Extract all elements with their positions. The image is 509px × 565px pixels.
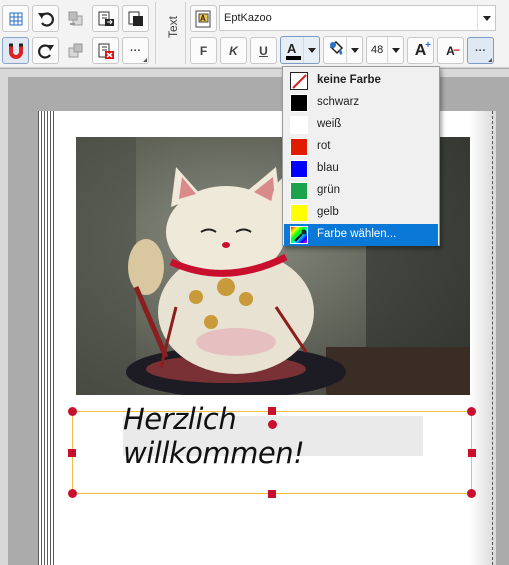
text-color-split-button[interactable]: A	[280, 36, 320, 64]
color-option-label: grün	[317, 184, 341, 196]
bring-forward-icon	[68, 43, 82, 57]
font-family-value: EptKazoo	[224, 12, 272, 24]
copy-page-button[interactable]	[122, 5, 149, 32]
ruler-left	[0, 77, 8, 565]
font-size-dropdown-arrow[interactable]	[387, 37, 403, 63]
italic-label: K	[229, 43, 238, 58]
send-backward-icon	[68, 11, 82, 25]
delete-page-icon	[98, 43, 114, 59]
color-option-black[interactable]: schwarz	[284, 92, 438, 114]
color-option-label: weiß	[317, 118, 342, 130]
decrease-font-size-button[interactable]: A −	[437, 37, 464, 64]
color-option-none[interactable]: keine Farbe	[284, 70, 438, 92]
resize-handle-top-right[interactable]	[467, 407, 476, 416]
send-backward-button[interactable]	[62, 5, 89, 32]
bold-label: F	[199, 43, 208, 58]
redo-icon	[37, 43, 54, 59]
underline-button[interactable]: U	[250, 37, 277, 64]
color-option-label: schwarz	[317, 96, 360, 108]
color-option-label: blau	[317, 162, 339, 174]
chevron-down-icon	[477, 6, 495, 30]
color-swatch	[290, 138, 308, 156]
minus-icon: −	[452, 43, 460, 57]
delete-page-button[interactable]	[92, 37, 119, 64]
fill-color-split-button[interactable]	[323, 36, 363, 64]
resize-handle-bottom-left[interactable]	[68, 489, 77, 498]
bring-forward-button[interactable]	[62, 37, 89, 64]
redo-button[interactable]	[32, 37, 59, 64]
page-margin-guide	[492, 111, 493, 565]
font-library-button[interactable]: A	[190, 5, 217, 32]
grid-icon	[9, 12, 22, 25]
page-binding-edge	[38, 111, 54, 565]
export-page-button[interactable]	[92, 5, 119, 32]
text-color-icon: A	[286, 41, 301, 60]
color-option-red[interactable]: rot	[284, 136, 438, 158]
increase-font-size-button[interactable]: A +	[407, 37, 434, 64]
color-option-yellow[interactable]: gelb	[284, 202, 438, 224]
resize-handle-bottom-right[interactable]	[467, 489, 476, 498]
font-size-value: 48	[371, 44, 384, 56]
plus-icon: +	[425, 40, 431, 51]
color-swatch	[290, 94, 308, 112]
export-page-icon	[98, 11, 114, 26]
resize-handle-top[interactable]	[268, 407, 276, 415]
paint-bucket-icon	[329, 40, 344, 55]
color-swatch	[290, 116, 308, 134]
more-options-left-button[interactable]: ···	[122, 37, 149, 64]
italic-button[interactable]: K	[220, 37, 247, 64]
color-option-white[interactable]: weiß	[284, 114, 438, 136]
resize-handle-top-left[interactable]	[68, 407, 77, 416]
toolbar: ··· Text A EptKazoo F K U A 48 A + A − ·…	[0, 0, 509, 68]
svg-text:A: A	[287, 41, 297, 56]
text-color-menu: keine Farbe schwarz weiß rot blau grün g…	[282, 66, 440, 246]
rotate-handle[interactable]	[268, 420, 277, 429]
undo-button[interactable]	[32, 5, 59, 32]
color-option-label: gelb	[317, 206, 339, 218]
color-option-label: Farbe wählen...	[317, 228, 397, 240]
bold-button[interactable]: F	[190, 37, 217, 64]
undo-icon	[37, 11, 54, 27]
more-options-right-button[interactable]: ···	[467, 37, 494, 64]
color-option-label: keine Farbe	[317, 74, 381, 86]
no-color-icon	[290, 72, 308, 90]
copy-page-icon	[128, 11, 143, 26]
magnet-icon	[8, 43, 23, 59]
color-option-picker[interactable]: Farbe wählen...	[284, 224, 438, 246]
font-family-select[interactable]: EptKazoo	[219, 5, 496, 31]
color-picker-icon	[290, 226, 308, 244]
resize-handle-bottom[interactable]	[268, 490, 276, 498]
text-color-dropdown-arrow[interactable]	[303, 37, 319, 63]
svg-text:A: A	[200, 14, 206, 23]
magnet-button[interactable]	[2, 37, 29, 64]
color-option-green[interactable]: grün	[284, 180, 438, 202]
color-swatch	[290, 204, 308, 222]
font-library-icon: A	[195, 10, 210, 27]
resize-handle-left[interactable]	[68, 449, 76, 457]
color-swatch	[290, 160, 308, 178]
text-section-label: Text	[166, 16, 180, 39]
resize-handle-right[interactable]	[468, 449, 476, 457]
color-swatch	[290, 182, 308, 200]
font-size-select[interactable]: 48	[366, 36, 404, 64]
more-label-right: ···	[475, 44, 486, 57]
color-option-blue[interactable]: blau	[284, 158, 438, 180]
underline-label: U	[259, 43, 268, 58]
fill-color-dropdown-arrow[interactable]	[346, 37, 362, 63]
more-label: ···	[130, 44, 141, 57]
grid-button[interactable]	[2, 5, 29, 32]
color-option-label: rot	[317, 140, 331, 152]
